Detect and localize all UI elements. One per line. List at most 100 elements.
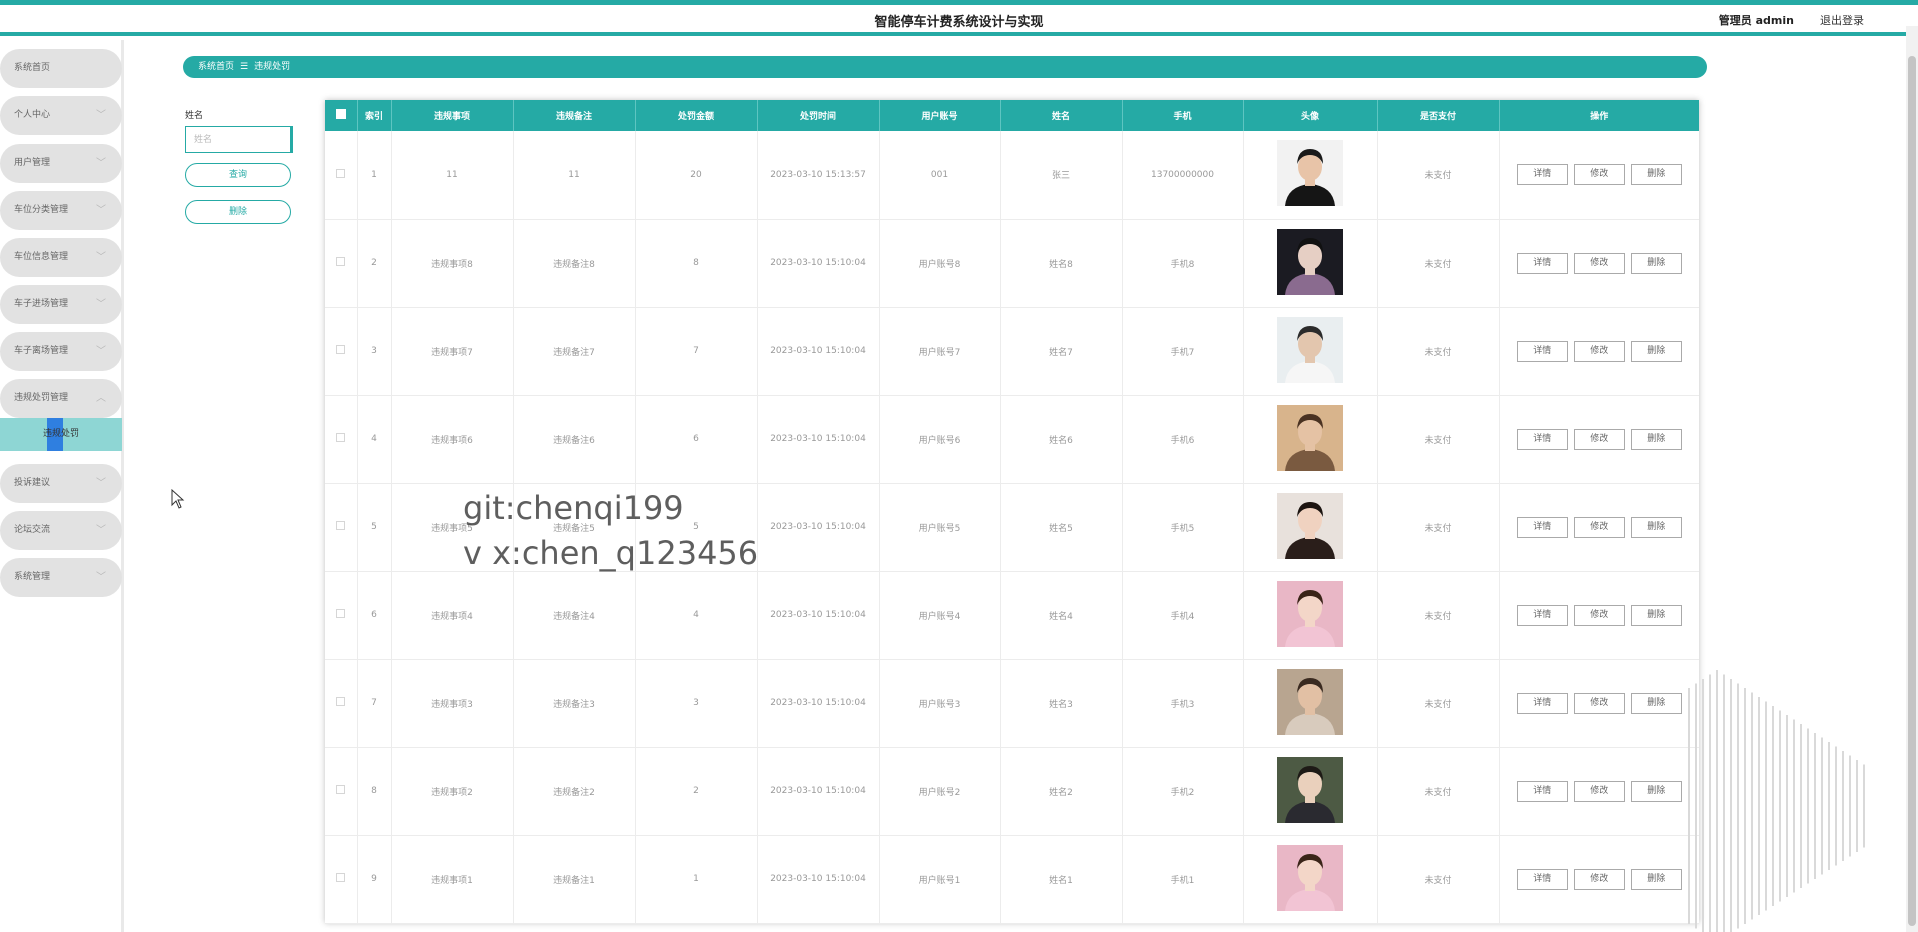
sidebar-item[interactable]: 车位分类管理 ﹀ [0, 191, 122, 230]
cell-amount: 2 [635, 747, 758, 835]
edit-button[interactable]: 修改 [1573, 164, 1625, 186]
detail-button[interactable]: 详情 [1516, 252, 1568, 274]
delete-button[interactable]: 删除 [1630, 516, 1682, 538]
table-row[interactable]: 8 违规事项2 违规备注2 2 2023-03-10 15:10:04 用户账号2 姓名2 手… [325, 747, 1699, 835]
cell-phone: 手机8 [1122, 219, 1244, 307]
cell-time: 2023-03-10 15:10:04 [757, 219, 880, 307]
cell-index: 6 [357, 571, 392, 659]
decorative-stripe [1856, 760, 1858, 852]
row-checkbox[interactable] [336, 257, 346, 266]
decorative-stripe [1758, 697, 1760, 915]
detail-button[interactable]: 详情 [1516, 604, 1568, 626]
cell-actions: 详情 修改 删除 [1499, 131, 1699, 219]
row-checkbox[interactable] [336, 785, 346, 794]
cell-account: 用户账号7 [879, 307, 1001, 395]
logout-link[interactable]: 退出登录 [1820, 12, 1864, 28]
column-header: 违规备注 [513, 100, 636, 131]
column-header: 处罚金额 [635, 100, 758, 131]
watermark-line-2: v x:chen_q123456 [463, 534, 759, 572]
cell-name: 姓名1 [1000, 835, 1123, 923]
sidebar-item-label: 投诉建议 [14, 478, 51, 488]
delete-button[interactable]: 删除 [1630, 428, 1682, 450]
sidebar-item[interactable]: 车位信息管理 ﹀ [0, 238, 122, 277]
sidebar-item[interactable]: 个人中心 ﹀ [0, 96, 122, 135]
select-all-header[interactable] [325, 100, 358, 131]
cell-note: 违规备注8 [513, 219, 636, 307]
cell-avatar [1243, 571, 1378, 659]
chevron-down-icon: ﹀ [96, 572, 106, 583]
sidebar-item[interactable]: 用户管理 ﹀ [0, 144, 122, 183]
delete-button[interactable]: 删除 [1630, 252, 1682, 274]
cell-item: 违规事项4 [391, 571, 514, 659]
vertical-scrollbar[interactable] [1906, 26, 1918, 932]
sidebar-item[interactable]: 投诉建议 ﹀ [0, 464, 122, 503]
detail-button[interactable]: 详情 [1516, 780, 1568, 802]
cell-amount: 6 [635, 395, 758, 483]
detail-button[interactable]: 详情 [1516, 868, 1568, 890]
row-checkbox[interactable] [336, 609, 346, 618]
table-row[interactable]: 4 违规事项6 违规备注6 6 2023-03-10 15:10:04 用户账号6 姓名6 手… [325, 395, 1699, 483]
table-row[interactable]: 3 违规事项7 违规备注7 7 2023-03-10 15:10:04 用户账号7 姓名7 手… [325, 307, 1699, 395]
detail-button[interactable]: 详情 [1516, 340, 1568, 362]
row-checkbox[interactable] [336, 433, 346, 442]
sidebar-item[interactable]: 系统首页 [0, 49, 122, 88]
edit-button[interactable]: 修改 [1573, 252, 1625, 274]
cell-avatar [1243, 659, 1378, 747]
cell-actions: 详情 修改 删除 [1499, 483, 1699, 571]
detail-button[interactable]: 详情 [1516, 428, 1568, 450]
detail-button[interactable]: 详情 [1516, 164, 1568, 186]
decorative-stripe [1814, 733, 1816, 879]
sidebar-subitem-active[interactable]: 违规处罚 [0, 418, 122, 451]
query-button[interactable]: 查询 [185, 163, 291, 187]
table-row[interactable]: 7 违规事项3 违规备注3 3 2023-03-10 15:10:04 用户账号3 姓名3 手… [325, 659, 1699, 747]
cell-name: 姓名3 [1000, 659, 1123, 747]
row-checkbox[interactable] [336, 697, 346, 706]
edit-button[interactable]: 修改 [1573, 516, 1625, 538]
table-row[interactable]: 6 违规事项4 违规备注4 4 2023-03-10 15:10:04 用户账号4 姓名4 手… [325, 571, 1699, 659]
row-checkbox[interactable] [336, 873, 346, 882]
edit-button[interactable]: 修改 [1573, 340, 1625, 362]
sidebar-item[interactable]: 车子进场管理 ﹀ [0, 285, 122, 324]
row-checkbox[interactable] [336, 168, 346, 178]
edit-button[interactable]: 修改 [1573, 604, 1625, 626]
cell-paid-status: 未支付 [1377, 131, 1500, 219]
cell-avatar [1243, 483, 1378, 571]
sidebar-item[interactable]: 论坛交流 ﹀ [0, 511, 122, 550]
cell-account: 用户账号5 [879, 483, 1001, 571]
cell-item: 违规事项3 [391, 659, 514, 747]
cell-note: 违规备注6 [513, 395, 636, 483]
table-row[interactable]: 1 11 11 20 2023-03-10 15:13:57 001 张三 137000000… [325, 131, 1699, 219]
avatar [1277, 668, 1343, 735]
breadcrumb-home[interactable]: 系统首页 [198, 62, 234, 72]
delete-button[interactable]: 删除 [1630, 604, 1682, 626]
sidebar-item[interactable]: 系统管理 ﹀ [0, 558, 122, 597]
detail-button[interactable]: 详情 [1516, 692, 1568, 714]
cell-name: 姓名4 [1000, 571, 1123, 659]
chevron-down-icon: ﹀ [96, 346, 106, 357]
table-row[interactable]: 9 违规事项1 违规备注1 1 2023-03-10 15:10:04 用户账号1 姓名1 手… [325, 835, 1699, 923]
column-header: 操作 [1590, 112, 1609, 122]
table-row[interactable]: 2 违规事项8 违规备注8 8 2023-03-10 15:10:04 用户账号8 姓名8 手… [325, 219, 1699, 307]
cell-amount: 20 [635, 131, 758, 219]
detail-button[interactable]: 详情 [1516, 516, 1568, 538]
decorative-stripe [1765, 701, 1767, 911]
sidebar-subitem-label: 违规处罚 [42, 429, 79, 439]
delete-button[interactable]: 删除 [1630, 340, 1682, 362]
header: 智能停车计费系统设计与实现 管理员 admin 退出登录 [0, 5, 1918, 36]
sidebar-item[interactable]: 车子离场管理 ﹀ [0, 332, 122, 371]
name-search-input[interactable] [185, 126, 293, 153]
scrollbar-thumb[interactable] [1908, 56, 1916, 926]
select-all-checkbox[interactable] [335, 109, 346, 119]
cell-amount: 4 [635, 571, 758, 659]
cell-paid-status: 未支付 [1377, 395, 1500, 483]
bulk-delete-button[interactable]: 删除 [185, 200, 291, 224]
row-checkbox[interactable] [336, 345, 346, 354]
cell-avatar [1243, 219, 1378, 307]
cell-paid-status: 未支付 [1377, 483, 1500, 571]
sidebar-item[interactable]: 违规处罚管理 ︿ [0, 379, 122, 418]
column-header: 手机 [1122, 100, 1244, 131]
cell-time: 2023-03-10 15:10:04 [757, 307, 880, 395]
delete-button[interactable]: 删除 [1630, 164, 1682, 186]
row-checkbox[interactable] [336, 521, 346, 530]
edit-button[interactable]: 修改 [1573, 428, 1625, 450]
